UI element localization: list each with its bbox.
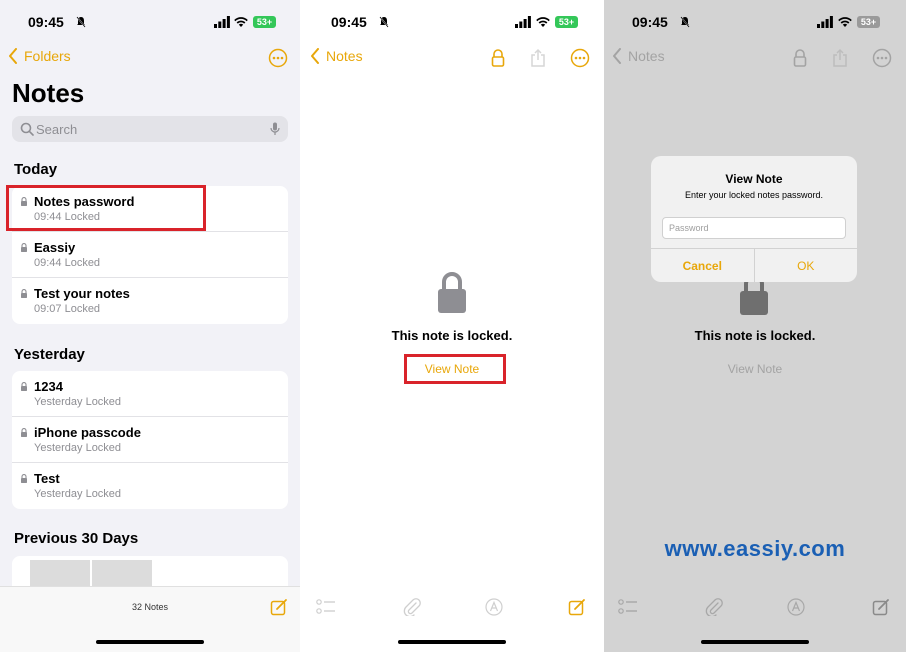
section-header-yesterday: Yesterday [14, 346, 85, 363]
locked-message: This note is locked. [694, 328, 816, 343]
section-header-previous-30-days: Previous 30 Days [14, 530, 139, 547]
note-title: Eassiy [34, 240, 76, 255]
view-note-button[interactable]: View Note [604, 362, 906, 376]
note-row-test-your-notes[interactable]: Test your notes 09:07 Locked [12, 278, 288, 324]
note-title: 1234 [34, 379, 63, 394]
password-dialog: View Note Enter your locked notes passwo… [651, 156, 857, 282]
note-meta: Yesterday Locked [34, 442, 122, 454]
silent-bell-icon [379, 16, 389, 28]
more-options-icon[interactable] [268, 48, 288, 68]
note-title: Test [34, 471, 60, 486]
lock-icon [21, 428, 27, 437]
more-options-icon[interactable] [570, 48, 590, 68]
three-step-screenshot: 09:45 53+ Folders Notes Search Today Not… [0, 0, 906, 652]
search-input[interactable]: Search [12, 116, 288, 142]
note-meta: 09:44 Locked [34, 257, 101, 269]
dialog-title: View Note [725, 172, 783, 186]
password-field[interactable]: Password [662, 217, 846, 239]
note-thumbnail[interactable] [92, 560, 152, 586]
locked-note-screen: 09:45 53+ Notes This note is locked. Vie… [300, 0, 604, 652]
lock-icon [21, 289, 27, 298]
note-count: 32 Notes [131, 602, 169, 612]
ok-button[interactable]: OK [755, 249, 858, 282]
watermark: www.eassiy.com [664, 536, 846, 561]
dialog-message: Enter your locked notes password. [684, 190, 824, 200]
paperclip-icon[interactable] [704, 598, 724, 616]
markup-icon[interactable] [786, 598, 806, 616]
yesterday-notes-list: 1234 Yesterday Locked iPhone passcode Ye… [12, 371, 288, 509]
highlight-box [404, 354, 506, 384]
back-to-folders-button[interactable]: Folders [8, 48, 71, 64]
markup-icon[interactable] [484, 598, 504, 616]
back-label: Notes [326, 48, 363, 64]
note-meta: 09:07 Locked [34, 303, 101, 315]
silent-bell-icon [680, 16, 690, 28]
lock-icon[interactable] [488, 48, 508, 68]
cellular-signal-icon [515, 16, 531, 28]
lock-icon [438, 272, 466, 313]
battery-indicator: 53+ [555, 16, 578, 28]
lock-icon [21, 474, 27, 483]
battery-indicator: 53+ [857, 16, 880, 28]
back-to-notes-button[interactable]: Notes [612, 48, 665, 64]
checklist-icon[interactable] [618, 598, 638, 616]
wifi-icon [838, 17, 852, 27]
lock-icon[interactable] [790, 48, 810, 68]
back-label: Folders [24, 48, 71, 64]
page-title: Notes [12, 78, 85, 108]
highlight-box [6, 185, 206, 231]
more-options-icon[interactable] [872, 48, 892, 68]
cancel-button[interactable]: Cancel [651, 249, 755, 282]
lock-icon [21, 243, 27, 252]
password-prompt-screen: 09:45 53+ Notes This note is locked. Vie… [604, 0, 906, 652]
share-icon[interactable] [528, 48, 548, 68]
status-bar: 09:45 53+ [0, 10, 300, 34]
status-time: 09:45 [632, 14, 668, 30]
chevron-left-icon [613, 48, 621, 64]
search-placeholder: Search [36, 122, 78, 137]
wifi-icon [234, 17, 248, 27]
note-title: iPhone passcode [34, 425, 141, 440]
back-to-notes-button[interactable]: Notes [310, 48, 363, 64]
note-thumbnail[interactable] [30, 560, 90, 586]
note-row-eassiy[interactable]: Eassiy 09:44 Locked [12, 232, 288, 278]
note-row-test[interactable]: Test Yesterday Locked [12, 463, 288, 509]
compose-icon[interactable] [872, 598, 890, 616]
battery-indicator: 53+ [253, 16, 276, 28]
status-bar: 09:45 53+ [604, 10, 906, 34]
note-title: Test your notes [34, 286, 130, 301]
locked-message: This note is locked. [391, 328, 513, 343]
note-row-1234[interactable]: 1234 Yesterday Locked [12, 371, 288, 417]
cellular-signal-icon [817, 16, 833, 28]
silent-bell-icon [76, 16, 86, 28]
status-time: 09:45 [331, 14, 367, 30]
compose-icon[interactable] [568, 598, 586, 616]
microphone-icon[interactable] [270, 122, 280, 136]
chevron-left-icon [9, 48, 17, 64]
wifi-icon [536, 17, 550, 27]
back-label: Notes [628, 48, 665, 64]
compose-icon[interactable] [270, 598, 288, 616]
note-meta: Yesterday Locked [34, 396, 122, 408]
search-icon [20, 122, 34, 136]
cellular-signal-icon [214, 16, 230, 28]
lock-icon [21, 382, 27, 391]
section-header-today: Today [14, 161, 58, 178]
note-meta: Yesterday Locked [34, 488, 122, 500]
paperclip-icon[interactable] [402, 598, 422, 616]
chevron-left-icon [311, 48, 319, 64]
note-row-iphone-passcode[interactable]: iPhone passcode Yesterday Locked [12, 417, 288, 463]
notes-list-screen: 09:45 53+ Folders Notes Search Today Not… [0, 0, 300, 652]
home-indicator [701, 640, 809, 644]
home-indicator [96, 640, 204, 644]
status-time: 09:45 [28, 14, 64, 30]
home-indicator [398, 640, 506, 644]
status-bar: 09:45 53+ [300, 10, 604, 34]
dialog-buttons: Cancel OK [651, 248, 857, 282]
checklist-icon[interactable] [316, 598, 336, 616]
share-icon[interactable] [830, 48, 850, 68]
